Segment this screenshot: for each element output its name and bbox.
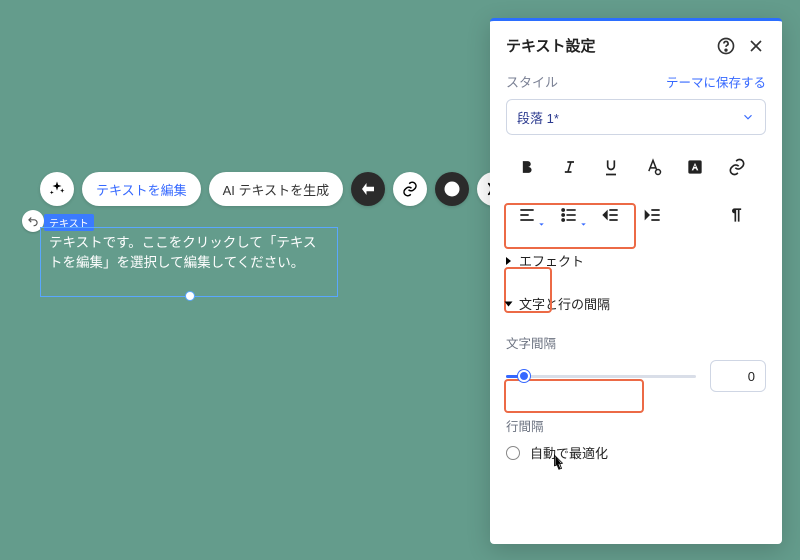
ai-sparkle-button[interactable] (40, 172, 74, 206)
style-label: スタイル (506, 72, 558, 91)
triangle-down-icon (505, 301, 513, 306)
char-spacing-label: 文字間隔 (490, 325, 782, 354)
panel-help-button[interactable] (716, 36, 736, 56)
effects-expander[interactable]: エフェクト (490, 239, 782, 282)
align-button[interactable] (506, 195, 548, 235)
text-settings-panel: テキスト設定 スタイル テーマに保存する 段落 1* (490, 18, 782, 544)
effects-label: エフェクト (519, 251, 584, 270)
outdent-button[interactable] (590, 195, 632, 235)
style-select[interactable]: 段落 1* (506, 99, 766, 135)
underline-button[interactable] (590, 147, 632, 187)
list-button[interactable] (548, 195, 590, 235)
edit-text-button[interactable]: テキストを編集 (82, 172, 201, 206)
char-spacing-slider[interactable] (506, 367, 696, 385)
svg-text:?: ? (449, 184, 455, 196)
spacing-expander[interactable]: 文字と行の間隔 (490, 282, 782, 325)
text-element[interactable]: テキストです。ここをクリックして「テキストを編集」を選択して編集してください。 (40, 227, 338, 297)
spacing-label: 文字と行の間隔 (519, 294, 610, 313)
link-button[interactable] (393, 172, 427, 206)
chevron-down-icon (579, 220, 588, 229)
ai-generate-text-button[interactable]: AI テキストを生成 (209, 172, 344, 206)
text-link-button[interactable] (716, 147, 758, 187)
bold-button[interactable] (506, 147, 548, 187)
highlight-color-button[interactable] (674, 147, 716, 187)
indent-button[interactable] (632, 195, 674, 235)
text-color-button[interactable] (632, 147, 674, 187)
auto-optimize-radio[interactable] (506, 446, 520, 460)
auto-optimize-label: 自動で最適化 (530, 443, 608, 462)
help-button[interactable]: ? (435, 172, 469, 206)
style-select-value: 段落 1* (517, 108, 559, 127)
triangle-right-icon (506, 257, 511, 265)
animation-button[interactable] (351, 172, 385, 206)
panel-close-button[interactable] (746, 36, 766, 56)
text-direction-button[interactable] (716, 195, 758, 235)
char-spacing-input[interactable]: 0 (710, 360, 766, 392)
italic-button[interactable] (548, 147, 590, 187)
panel-title: テキスト設定 (506, 35, 706, 56)
line-spacing-label: 行間隔 (490, 394, 782, 437)
chevron-down-icon (741, 110, 755, 124)
chevron-down-icon (537, 220, 546, 229)
save-to-theme-link[interactable]: テーマに保存する (666, 72, 766, 91)
floating-toolbar: テキストを編集 AI テキストを生成 ? (40, 172, 511, 206)
